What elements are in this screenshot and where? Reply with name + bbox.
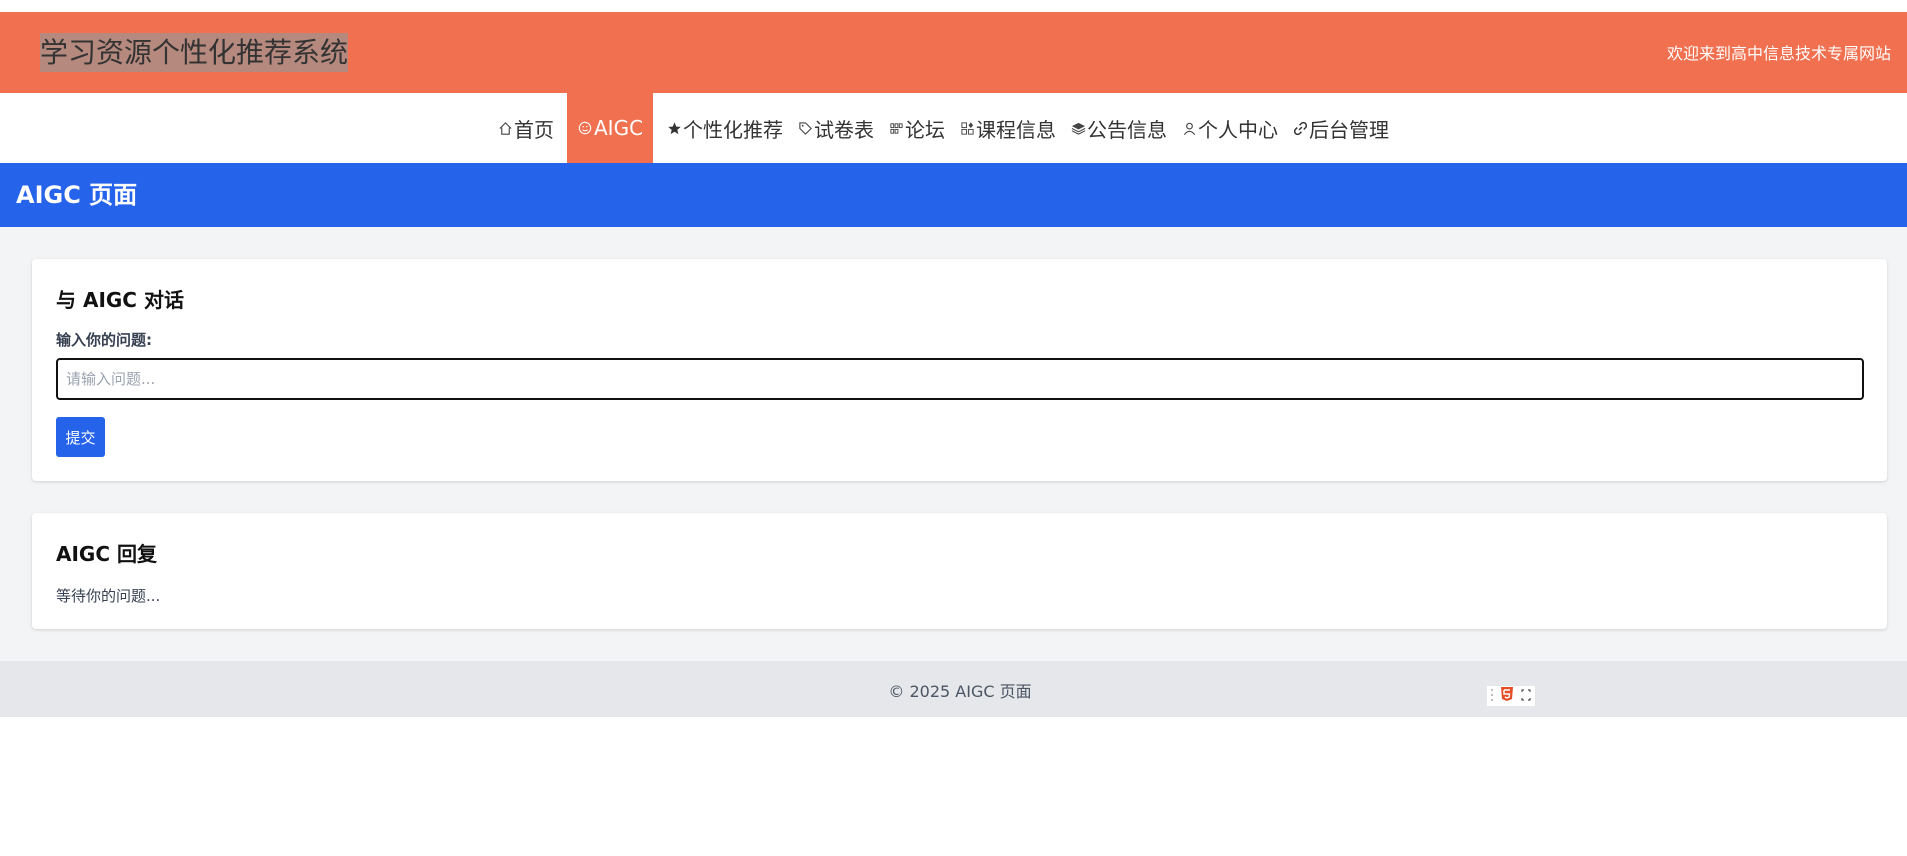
top-banner: 学习资源个性化推荐系统 欢迎来到高中信息技术专属网站 <box>0 12 1907 93</box>
grid-icon <box>888 120 904 136</box>
reply-text: 等待你的问题... <box>56 587 161 605</box>
nav-item-home[interactable]: 首页 <box>490 93 561 163</box>
submit-button[interactable]: 提交 <box>56 417 105 457</box>
site-title: 学习资源个性化推荐系统 <box>40 33 349 72</box>
page-title: AIGC 页面 <box>16 181 138 209</box>
home-icon <box>497 120 513 136</box>
link-icon <box>1292 120 1308 136</box>
apps-icon <box>959 120 975 136</box>
main-content: 与 AIGC 对话 输入你的问题: 提交 AIGC 回复 等待你的问题... <box>0 227 1907 661</box>
question-label: 输入你的问题: <box>56 331 152 349</box>
star-icon <box>666 120 682 136</box>
nav-item-label: 课程信息 <box>976 117 1057 142</box>
user-icon <box>1181 120 1197 136</box>
nav-item-label: 论坛 <box>905 117 946 142</box>
smile-icon <box>577 120 593 136</box>
nav-item-label: 个人中心 <box>1198 117 1279 142</box>
nav-item-recommend[interactable]: 个性化推荐 <box>659 93 790 163</box>
question-input[interactable] <box>56 358 1864 400</box>
browser-extension-widget[interactable] <box>1486 685 1536 707</box>
main-nav: 首页 AIGC 个性化推荐 试卷表 论坛 课程信息 公告信息 个人中心 后台管理 <box>0 93 1907 163</box>
nav-item-courses[interactable]: 课程信息 <box>952 93 1063 163</box>
nav-item-label: 公告信息 <box>1087 117 1168 142</box>
nav-item-forum[interactable]: 论坛 <box>881 93 952 163</box>
ask-card-title: 与 AIGC 对话 <box>56 288 184 312</box>
welcome-text: 欢迎来到高中信息技术专属网站 <box>1666 44 1891 63</box>
nav-item-exams[interactable]: 试卷表 <box>790 93 881 163</box>
layers-icon <box>1070 120 1086 136</box>
nav-item-label: 个性化推荐 <box>683 117 784 142</box>
nav-item-admin[interactable]: 后台管理 <box>1285 93 1396 163</box>
nav-item-label: 后台管理 <box>1309 117 1390 142</box>
nav-item-label: 首页 <box>514 117 554 142</box>
reply-card: AIGC 回复 等待你的问题... <box>32 513 1887 629</box>
nav-item-label: AIGC <box>594 116 644 140</box>
nav-item-label: 试卷表 <box>814 117 875 142</box>
nav-item-aigc[interactable]: AIGC <box>567 93 654 163</box>
page-header: AIGC 页面 <box>0 163 1907 227</box>
expand-icon <box>1520 687 1532 706</box>
reply-card-title: AIGC 回复 <box>56 542 157 566</box>
drag-handle-icon <box>1490 687 1494 706</box>
nav-item-announcements[interactable]: 公告信息 <box>1063 93 1174 163</box>
footer: © 2025 AIGC 页面 <box>0 661 1907 717</box>
html5-icon <box>1499 686 1515 706</box>
tag-icon <box>797 120 813 136</box>
ask-card: 与 AIGC 对话 输入你的问题: 提交 <box>32 259 1887 481</box>
nav-item-profile[interactable]: 个人中心 <box>1174 93 1285 163</box>
footer-copyright: © 2025 AIGC 页面 <box>888 682 1032 701</box>
